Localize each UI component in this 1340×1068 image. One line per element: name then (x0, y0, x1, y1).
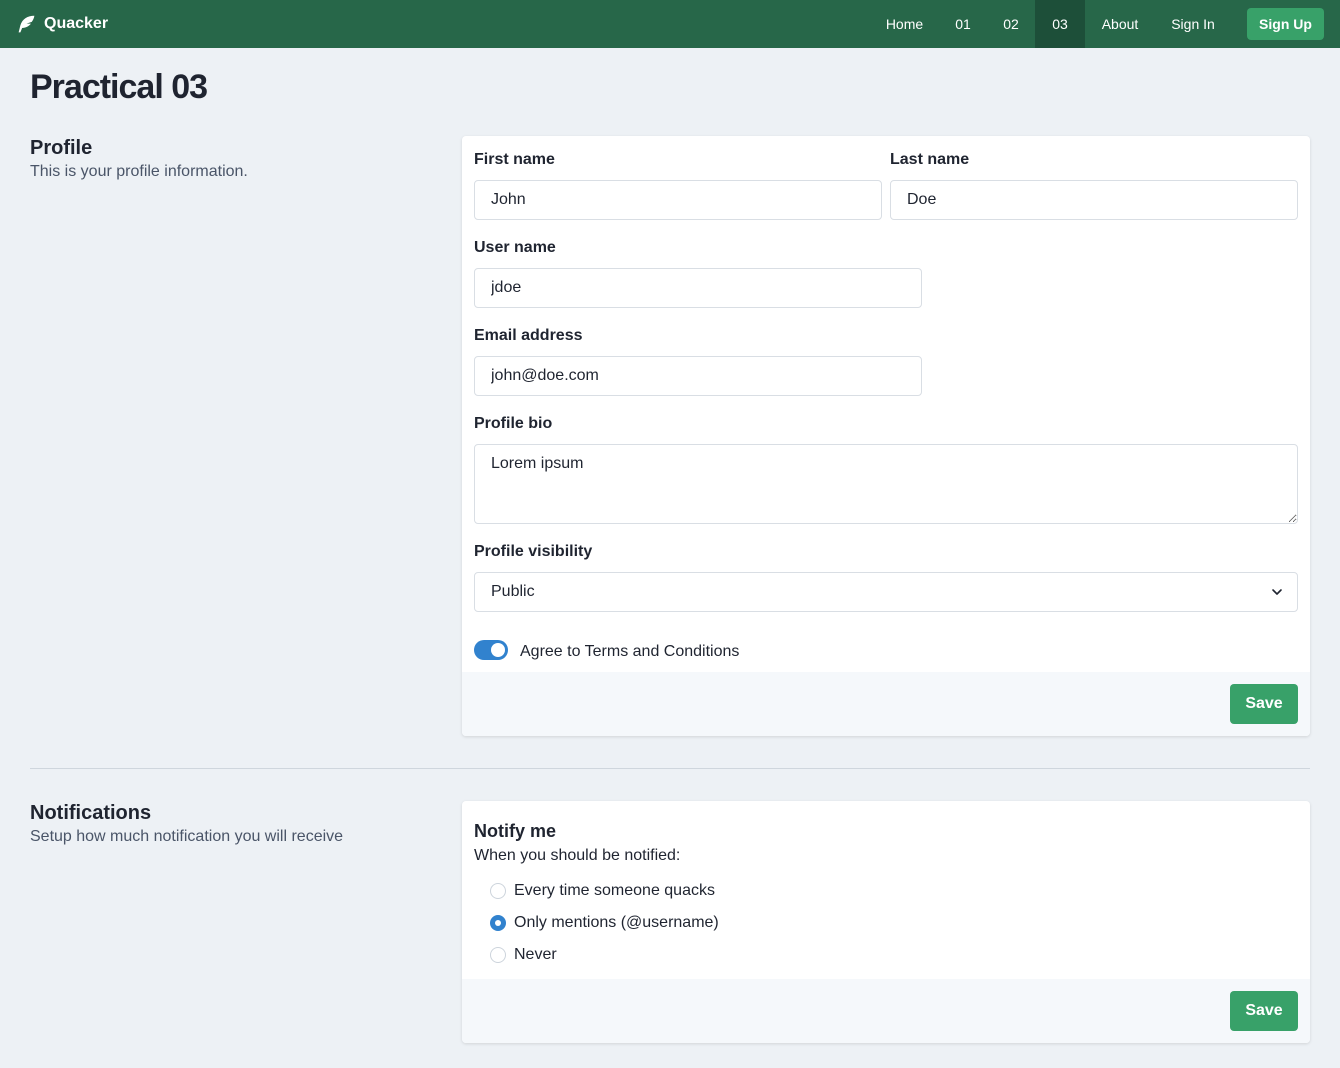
profile-section-title: Profile (30, 137, 93, 159)
sign-up-button[interactable]: Sign Up (1247, 8, 1324, 40)
terms-label: Agree to Terms and Conditions (520, 643, 740, 660)
username-input[interactable] (474, 268, 922, 308)
radio-label: Only mentions (@username) (514, 914, 719, 931)
bio-textarea[interactable]: Lorem ipsum (474, 444, 1298, 524)
visibility-select[interactable]: Public (474, 572, 1298, 612)
last-name-input[interactable] (890, 180, 1298, 220)
nav-link-sign-in[interactable]: Sign In (1160, 0, 1226, 48)
page-title: Practical 03 (30, 68, 208, 106)
bio-label: Profile bio (474, 415, 553, 432)
radio-option-never[interactable]: Never (490, 945, 557, 965)
radio-button[interactable] (490, 947, 506, 963)
notifications-save-button[interactable]: Save (1230, 991, 1298, 1031)
radio-button-checked[interactable] (490, 915, 506, 931)
nav-link-03[interactable]: 03 (1035, 0, 1085, 48)
first-name-input[interactable] (474, 180, 882, 220)
last-name-label: Last name (890, 151, 970, 168)
first-name-label: First name (474, 151, 555, 168)
email-label: Email address (474, 327, 583, 344)
radio-option-every-quack[interactable]: Every time someone quacks (490, 881, 715, 901)
brand-name: Quacker (44, 15, 109, 32)
nav-link-02[interactable]: 02 (990, 0, 1032, 48)
visibility-selected-value: Public (491, 583, 535, 600)
profile-section-description: This is your profile information. (30, 163, 248, 180)
notifications-section-title: Notifications (30, 802, 152, 824)
terms-toggle[interactable] (474, 640, 508, 660)
radio-label: Every time someone quacks (514, 882, 715, 899)
chevron-down-icon (1272, 589, 1282, 595)
nav-link-about[interactable]: About (1092, 0, 1148, 48)
notifications-card: Notify me When you should be notified: E… (462, 801, 1310, 1043)
top-navbar: Quacker Home 01 02 03 About Sign In Sign… (0, 0, 1340, 48)
radio-button[interactable] (490, 883, 506, 899)
visibility-label: Profile visibility (474, 543, 593, 560)
feather-icon (18, 15, 35, 32)
notify-title: Notify me (474, 821, 557, 841)
notify-subtitle: When you should be notified: (474, 847, 681, 864)
brand-link[interactable]: Quacker (16, 0, 108, 48)
radio-option-mentions[interactable]: Only mentions (@username) (490, 913, 719, 933)
toggle-knob (491, 643, 505, 657)
profile-card-footer: Save (462, 672, 1310, 736)
username-label: User name (474, 239, 556, 256)
radio-label: Never (514, 946, 557, 963)
email-input[interactable] (474, 356, 922, 396)
nav-link-01[interactable]: 01 (942, 0, 984, 48)
profile-save-button[interactable]: Save (1230, 684, 1298, 724)
notifications-card-footer: Save (462, 979, 1310, 1043)
notifications-section-description: Setup how much notification you will rec… (30, 828, 344, 845)
profile-card: First name Last name User name Email add… (462, 136, 1310, 736)
nav-link-home[interactable]: Home (874, 0, 935, 48)
section-divider (30, 768, 1310, 769)
